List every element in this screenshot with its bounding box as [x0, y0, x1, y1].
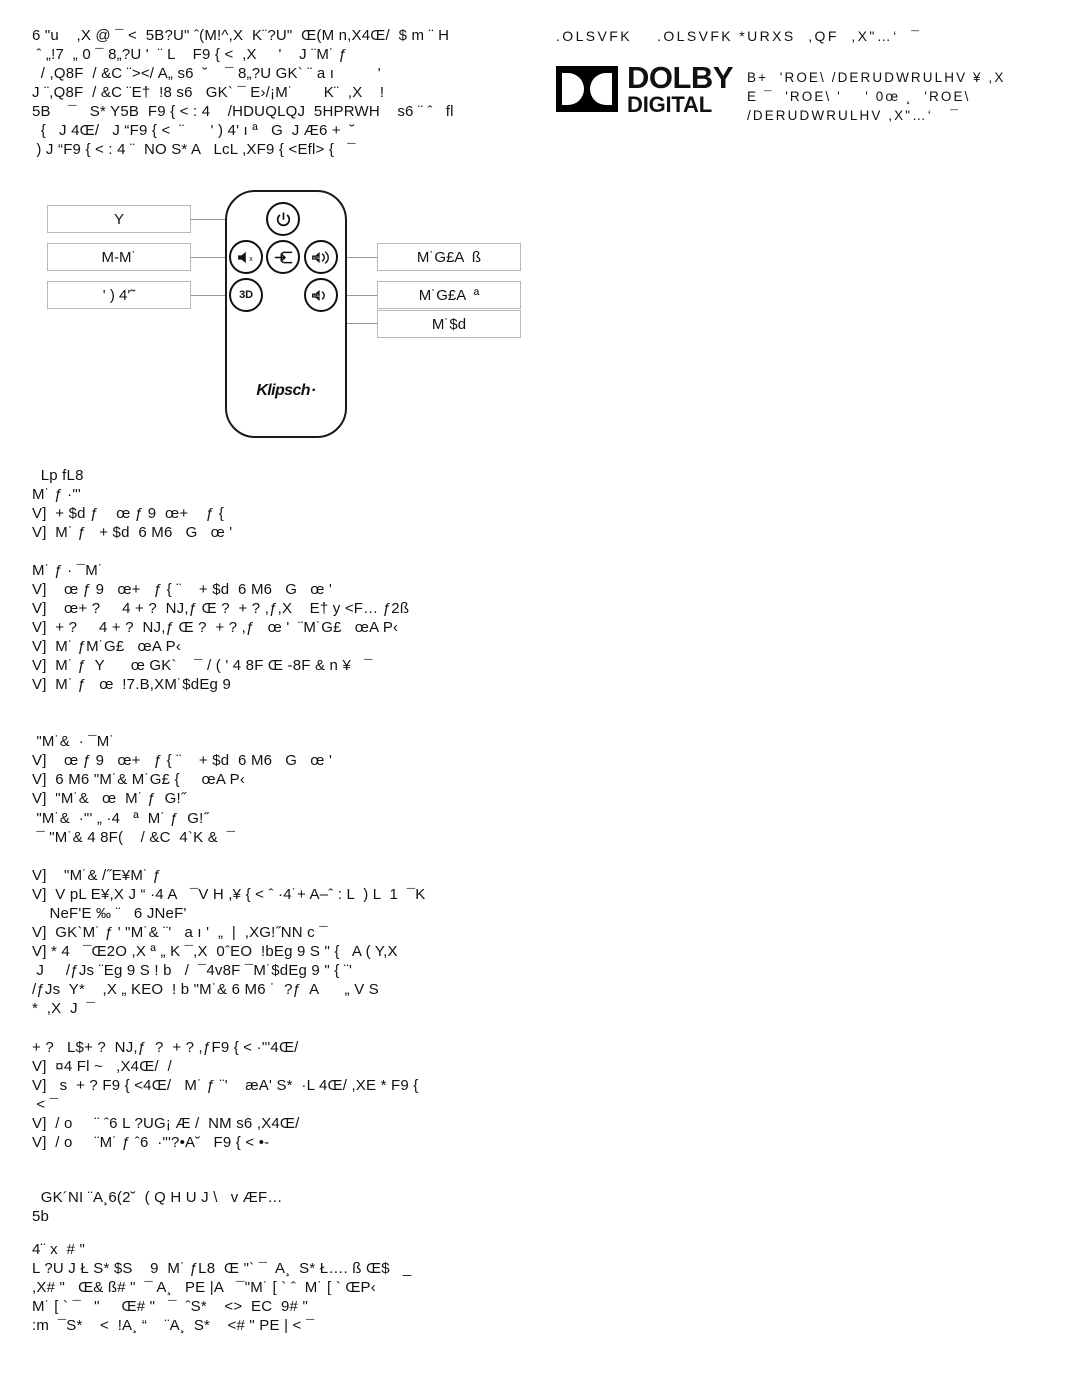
- svg-text:VOL: VOL: [313, 256, 320, 260]
- dolby-trademark-line-0: B+ 'ROE\ /DERUDWRULHV ¥ ,X: [747, 70, 1006, 85]
- body-block-3-line-2: V] 6 M6 "M˙& M˙G£ { œA P‹: [32, 771, 246, 788]
- dolby-wordmark: DOLBY DIGITAL: [627, 60, 734, 117]
- three-d-button[interactable]: 3D: [229, 278, 263, 312]
- body-block-6-line-5: V] / o ¨M˙ ƒ ˆ6 ·"'?•A˘ F9 { < •-: [32, 1134, 270, 1151]
- header-left-text: 6 "u ,X @ ¯ < 5B?U" ˆ(M!^,X K¨?U" Œ(M n,…: [32, 26, 532, 159]
- power-icon: [275, 211, 292, 228]
- body-block-6-line-3: < ¯: [32, 1096, 59, 1113]
- body-block-3: "M˙& · ¯M˙ V] œ ƒ 9 œ+ ƒ { ¨ + $d 6 M6 G …: [32, 732, 552, 808]
- body-block-6: + ? L$+ ? NJ,ƒ ? + ? ,ƒF9 { < ·"'4Œ/V] ¤…: [32, 1038, 552, 1152]
- callout-power: Y: [47, 205, 191, 233]
- callout-source: M˙$d: [377, 310, 521, 338]
- footer-block-a: GK´NI ¨A¸6(2˘ ( Q H U J \ v ÆF… 5b: [32, 1188, 552, 1226]
- footer-a-line-1: 5b: [32, 1208, 50, 1225]
- body-block-2-line-0: M˙ ƒ · ¯M˙: [32, 562, 104, 579]
- callout-mute: M-M˙: [47, 243, 191, 271]
- dolby-trademark-line-2: /DERUDWRULHV ,X"…‘ ¯: [747, 108, 960, 123]
- footer-b-line-1: L ?U J Ł S* $S 9 M˙ ƒL8 Œ "` ¯ A¸ S* Ł….…: [32, 1260, 412, 1277]
- footer-a-line-0: GK´NI ¨A¸6(2˘ ( Q H U J \ v ÆF…: [32, 1189, 283, 1206]
- header-left-line-0: 6 "u ,X @ ¯ < 5B?U" ˆ(M!^,X K¨?U" Œ(M n,…: [32, 27, 450, 44]
- body-block-4-line-1: ¯ "M˙& 4 8F( / &C 4`K & ¯: [32, 829, 236, 846]
- body-block-2-line-2: V] œ+ ? 4 + ? NJ,ƒ Œ ? + ? ,ƒ,X E† y <F……: [32, 600, 410, 617]
- body-block-5-line-6: /ƒJs Y* ,X „ KEO ! b "M˙& 6 M6 ˙ ?ƒ A „ …: [32, 981, 379, 998]
- body-block-5-line-3: V] GK`M˙ ƒ ' "M˙& ¨' a ı ' „ | ,XG!˝NN c…: [32, 924, 328, 941]
- volume-down-button[interactable]: VOL: [304, 278, 338, 312]
- dolby-digital-block: DOLBY DIGITAL B+ 'ROE\ /DERUDWRULHV ¥ ,X…: [556, 62, 1005, 125]
- body-block-5: V] "M˙& /˝E¥M˙ ƒ V] V pL E¥,X J “ ·4 A ¯V…: [32, 866, 552, 1018]
- header-left-line-5: { J 4Œ/ J “F9 { < ¨ ' ) 4' ı ª G J Æ6 + …: [32, 122, 355, 139]
- input-source-icon: [274, 249, 293, 266]
- body-block-1-line-3: V] M˙ ƒ + $d 6 M6 G œ ': [32, 524, 233, 541]
- footer-block-b: 4¨ x # " L ?U J Ł S* $S 9 M˙ ƒL8 Œ "` ¯ A…: [32, 1240, 572, 1335]
- leader-line-3d: [190, 295, 229, 296]
- body-block-3-line-1: V] œ ƒ 9 œ+ ƒ { ¨ + $d 6 M6 G œ ': [32, 752, 333, 769]
- svg-text:VOL: VOL: [313, 294, 320, 298]
- header-right-text: .OLSVFK .OLSVFK *URXS ,QF ,X"…‘ ¯: [556, 26, 1080, 46]
- callout-power-label: Y: [113, 210, 124, 228]
- callout-mute-label: M-M˙: [101, 248, 137, 266]
- footer-b-line-3: M˙ [ ` ¯ " Œ# " ¯ ˆS* <> EC 9# ": [32, 1298, 308, 1315]
- body-block-1-line-1: M˙ ƒ ·"': [32, 486, 81, 503]
- footer-b-line-0: 4¨ x # ": [32, 1241, 85, 1258]
- body-block-5-line-7: * ,X J ¯: [32, 1000, 95, 1017]
- body-block-5-line-2: NeF'E ‰ ¨ 6 JNeF': [32, 905, 187, 922]
- body-block-6-line-0: + ? L$+ ? NJ,ƒ ? + ? ,ƒF9 { < ·"'4Œ/: [32, 1039, 299, 1056]
- body-block-2-line-6: V] M˙ ƒ œ !7.B,XM˙$dEg 9: [32, 676, 231, 693]
- dolby-double-d-icon: [556, 66, 618, 112]
- dolby-trademark-line-1: E ¯ 'ROE\ ' ' 0œ ¸ 'ROE\: [747, 89, 971, 104]
- footer-b-line-2: ,X# " Œ& ß# " ¯ A¸ PE |A ¯"M˙ [ ` ˆ M˙ […: [32, 1279, 376, 1296]
- body-block-3-line-3: V] "M˙& œ M˙ ƒ G!˝: [32, 790, 187, 807]
- header-left-line-2: / ,Q8F / &C ¨></ A„ s6 ˘ ¯ 8„?U GK` ¨ a …: [32, 65, 381, 82]
- header-right-line-0: .OLSVFK .OLSVFK *URXS ,QF ,X"…‘ ¯: [556, 28, 922, 44]
- body-block-6-line-4: V] / o ¨ ˆ6 L ?UG¡ Æ / NM s6 ,X4Œ/: [32, 1115, 300, 1132]
- dolby-trademark-text: B+ 'ROE\ /DERUDWRULHV ¥ ,X E ¯ 'ROE\ ' ' …: [747, 62, 1005, 125]
- 3d-icon: 3D: [239, 289, 253, 301]
- callout-volume-up-label: M˙G£A ß: [416, 248, 482, 266]
- klipsch-logo: Klipsch: [227, 382, 345, 400]
- body-block-2-line-5: V] M˙ ƒ Y œ GK` ¯ / ( ' 4 8F Œ -8F & n ¥…: [32, 657, 373, 674]
- body-block-2-line-3: V] + ? 4 + ? NJ,ƒ Œ ? + ? ,ƒ œ ' ¨M˙G£ œ…: [32, 619, 399, 636]
- body-block-5-line-0: V] "M˙& /˝E¥M˙ ƒ: [32, 867, 162, 884]
- dolby-digital-logo: DOLBY DIGITAL: [556, 60, 734, 117]
- body-block-4: "M˙& ·"' „ ·4 ª M˙ ƒ G!˝ ¯ "M˙& 4 8F( / …: [32, 809, 552, 847]
- mute-button[interactable]: x: [229, 240, 263, 274]
- header-left-line-4: 5B ¯ S* Y5B F9 { < : 4 /HDUQLQJ 5HPRWH s…: [32, 103, 454, 120]
- body-block-5-line-5: J /ƒJs ¨Eg 9 S ! b / ¯4v8F ¯M˙$dEg 9 " {…: [32, 962, 353, 979]
- body-block-1-line-0: Lp fL8: [32, 467, 84, 484]
- body-block-2-line-1: V] œ ƒ 9 œ+ ƒ { ¨ + $d 6 M6 G œ ': [32, 581, 333, 598]
- dolby-wordmark-top: DOLBY: [627, 60, 734, 95]
- mute-icon: x: [236, 249, 257, 266]
- body-block-2: M˙ ƒ · ¯M˙ V] œ ƒ 9 œ+ ƒ { ¨ + $d 6 M6 G …: [32, 561, 552, 694]
- dolby-wordmark-bottom: DIGITAL: [627, 92, 712, 117]
- input-source-button[interactable]: [266, 240, 300, 274]
- body-block-5-line-4: V] * 4 ¯Œ2O ,X ª „ K ¯,X 0ˆEO !bEg 9 S "…: [32, 943, 398, 960]
- volume-down-icon: VOL: [310, 287, 332, 304]
- volume-up-button[interactable]: VOL: [304, 240, 338, 274]
- power-button[interactable]: [266, 202, 300, 236]
- manual-page: 6 "u ,X @ ¯ < 5B?U" ˆ(M!^,X K¨?U" Œ(M n,…: [0, 0, 1080, 1397]
- body-block-1: Lp fL8 M˙ ƒ ·"' V] + $d ƒ œ ƒ 9 œ+ ƒ { V] M…: [32, 466, 552, 542]
- footer-b-line-4: :m ¯S* < !A¸ “ ¨A¸ S* <# " PE | < ¯: [32, 1317, 315, 1334]
- header-left-line-6: ) J “F9 { < : 4 ¨ NO S* A LcL ,XF9 { <Ef…: [32, 141, 356, 158]
- body-block-2-line-4: V] M˙ ƒM˙G£ œA P‹: [32, 638, 182, 655]
- header-left-line-1: ˆ „!7 „ 0 ¯ 8„?U ' ¨ L F9 { < ,X ' J ¨M˙…: [32, 46, 348, 63]
- body-block-3-line-0: "M˙& · ¯M˙: [32, 733, 115, 750]
- header-left-line-3: J ¨,Q8F / &C ¨E† !8 s6 GK` ¯ E›/¡M˙ K¨ ,…: [32, 84, 385, 101]
- callout-volume-down-label: M˙G£A ª: [418, 286, 480, 304]
- callout-volume-down: M˙G£A ª: [377, 281, 521, 309]
- body-block-5-line-1: V] V pL E¥,X J “ ·4 A ¯V H ,¥ { < ˆ ·4˙+…: [32, 886, 426, 903]
- callout-3d-label: ' ) 4'˜: [102, 286, 136, 304]
- body-block-6-line-1: V] ¤4 Fl ~ ,X4Œ/ /: [32, 1058, 172, 1075]
- callout-source-label: M˙$d: [431, 315, 467, 333]
- body-block-4-line-0: "M˙& ·"' „ ·4 ª M˙ ƒ G!˝: [32, 810, 209, 827]
- remote-control-diagram: Klipsch x: [20, 180, 540, 460]
- body-block-6-line-2: V] s + ? F9 { <4Œ/ M˙ ƒ ¨' æA' S* ·L 4Œ/…: [32, 1077, 419, 1094]
- svg-text:x: x: [249, 256, 253, 263]
- volume-up-icon: VOL: [310, 249, 332, 266]
- callout-3d: ' ) 4'˜: [47, 281, 191, 309]
- callout-volume-up: M˙G£A ß: [377, 243, 521, 271]
- body-block-1-line-2: V] + $d ƒ œ ƒ 9 œ+ ƒ {: [32, 505, 224, 522]
- leader-line-mute: [190, 257, 229, 258]
